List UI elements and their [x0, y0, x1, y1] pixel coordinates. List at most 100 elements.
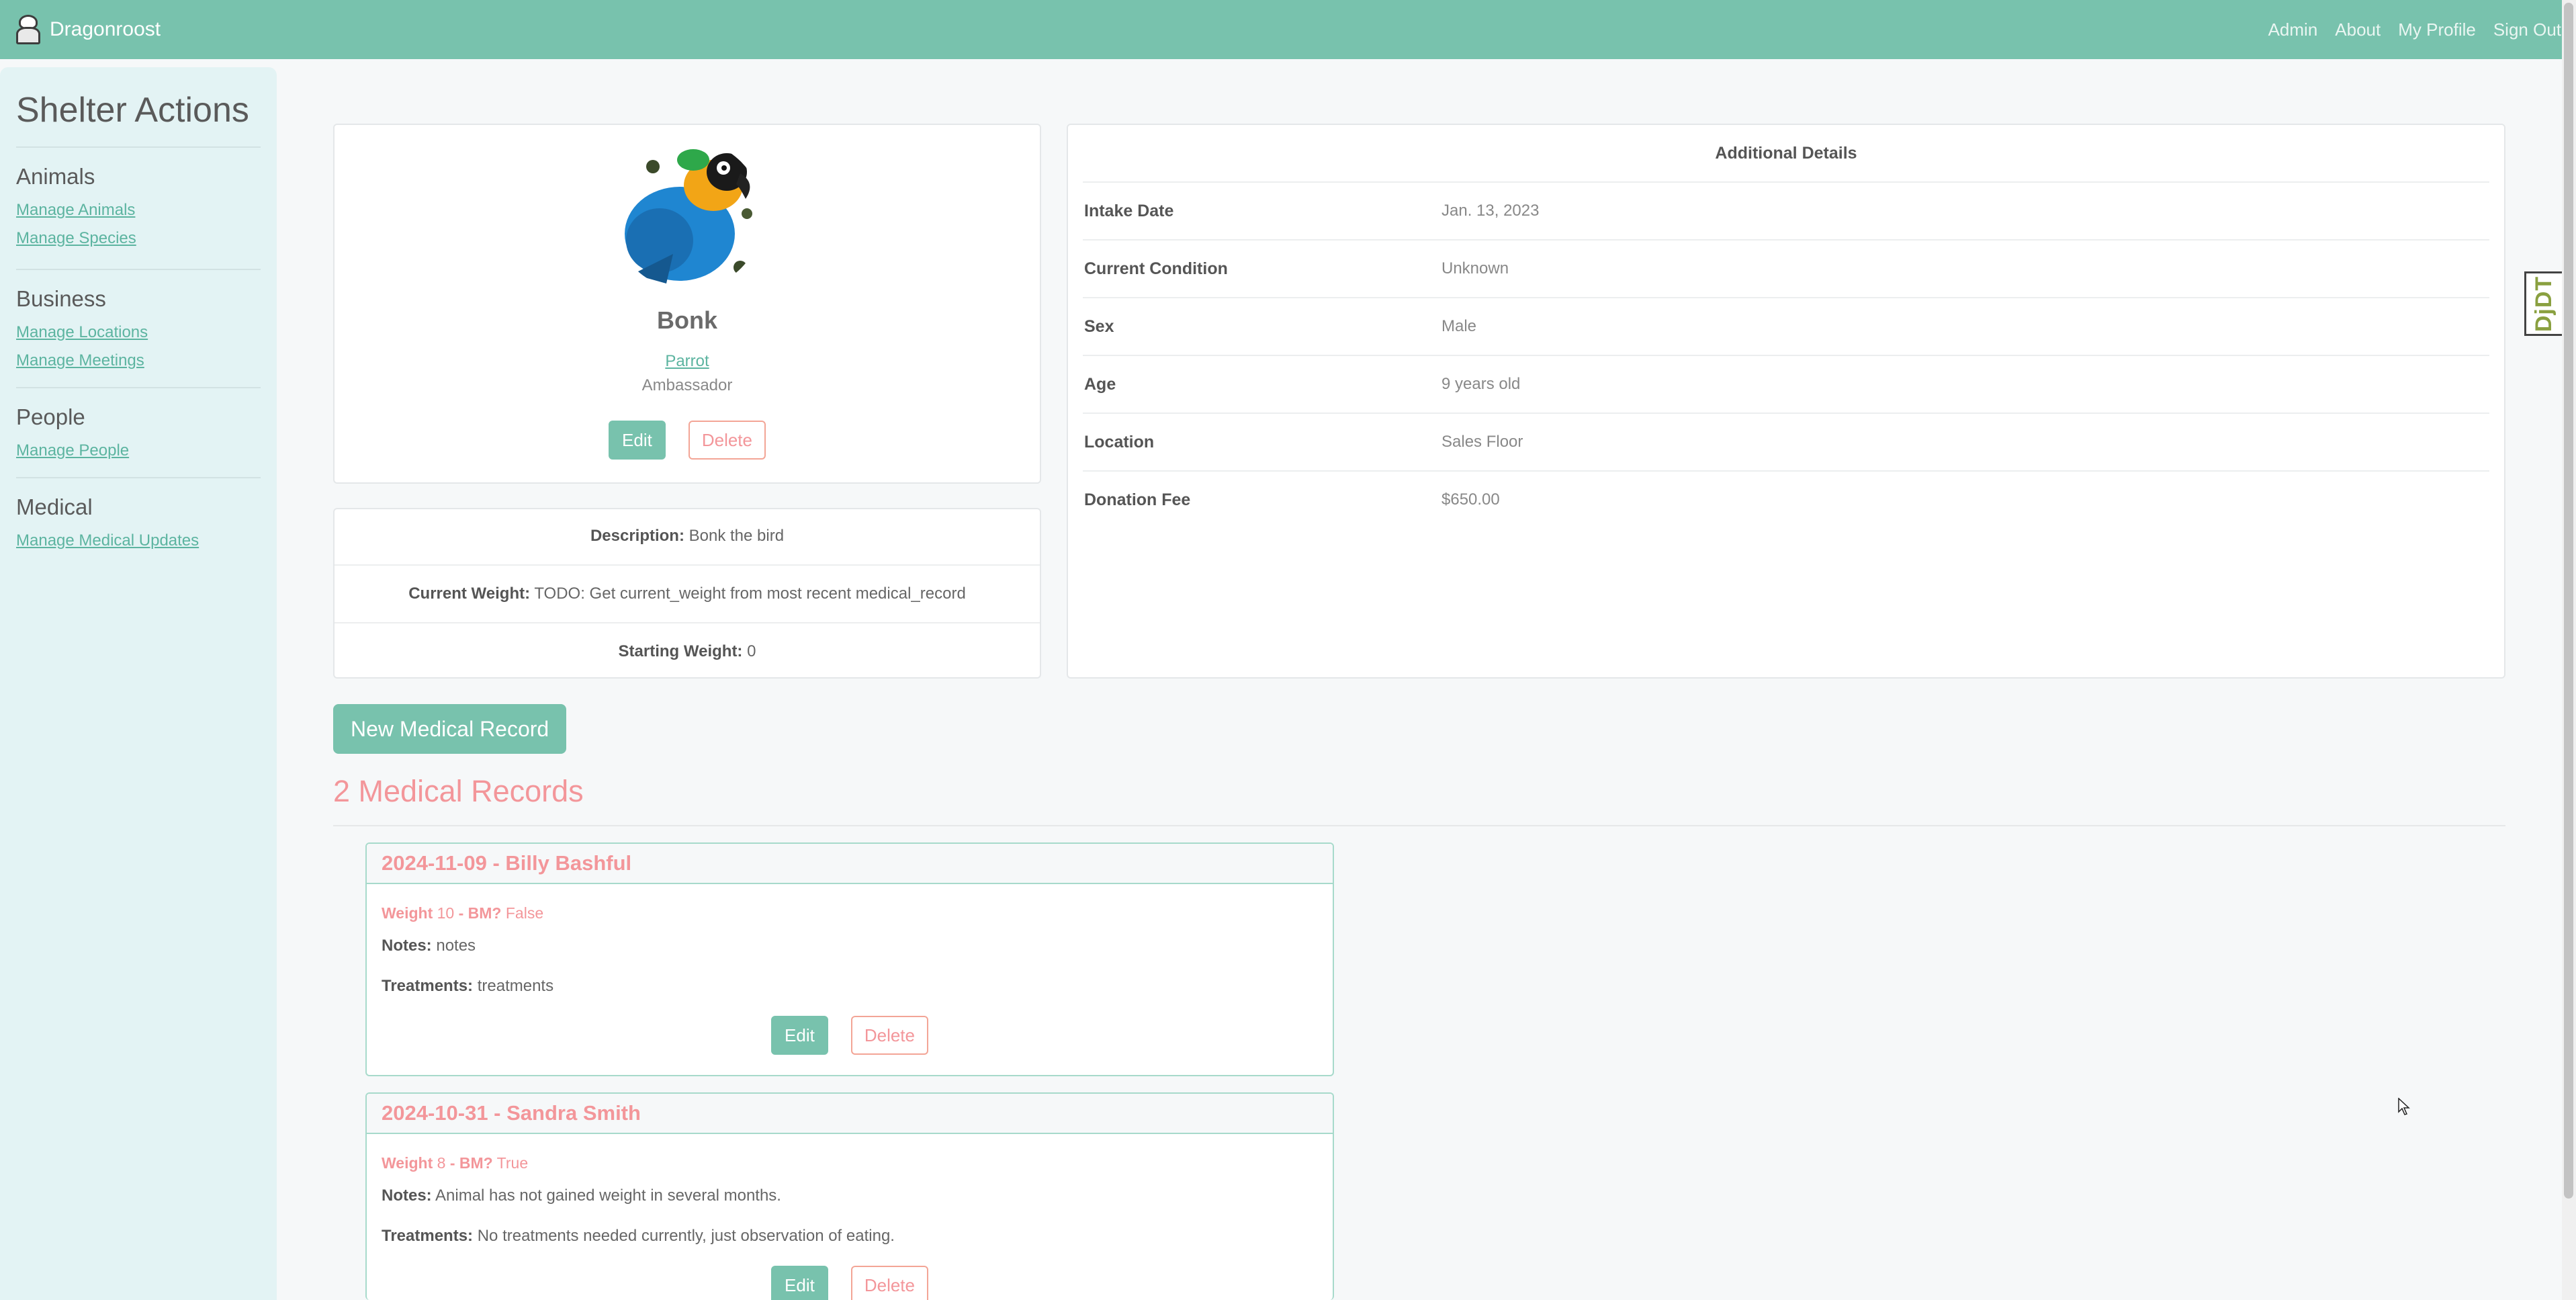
medical-record-weight: Weight 10 - BM? False — [382, 904, 543, 922]
detail-label: Location — [1084, 433, 1155, 451]
manage-medical-updates-link[interactable]: Manage Medical Updates — [16, 527, 261, 555]
nav-sign-out-link[interactable]: Sign Out — [2493, 19, 2561, 40]
weight-value: 8 — [437, 1154, 446, 1172]
debug-toolbar-label: DjDT — [2531, 275, 2557, 332]
nav-about-link[interactable]: About — [2335, 19, 2381, 40]
manage-meetings-link[interactable]: Manage Meetings — [16, 347, 261, 375]
details-title: Additional Details — [1715, 144, 1857, 163]
delete-animal-button[interactable]: Delete — [688, 421, 766, 460]
detail-label: Intake Date — [1084, 202, 1174, 220]
animal-profile-card: Bonk Parrot Ambassador Edit Delete — [333, 124, 1041, 484]
description-row: Description: Bonk the bird — [335, 527, 1040, 546]
sidebar-heading-medical: Medical — [16, 494, 93, 519]
starting-weight-label: Starting Weight: — [618, 642, 743, 660]
starting-weight-value: 0 — [747, 642, 756, 660]
sidebar-heading-business: Business — [16, 286, 106, 311]
detail-row-location: Location Sales Floor — [1083, 413, 2489, 472]
sidebar: Shelter Actions Animals Manage Animals M… — [0, 67, 277, 1300]
new-medical-record-button[interactable]: New Medical Record — [333, 704, 567, 754]
medical-records-title: 2 Medical Records — [333, 774, 584, 808]
weight-label: Weight — [382, 904, 433, 922]
nav-links: Admin About My Profile Sign Out — [2251, 0, 2561, 59]
detail-label: Sex — [1084, 317, 1114, 336]
detail-value: Jan. 13, 2023 — [1441, 202, 1540, 220]
medical-record-heading: 2024-11-09 - Billy Bashful — [367, 844, 1333, 884]
treatments-label: Treatments: — [382, 977, 474, 995]
treatments-label: Treatments: — [382, 1227, 474, 1245]
medical-record-notes: Notes: Animal has not gained weight in s… — [382, 1186, 781, 1205]
sidebar-section-animals: Animals Manage Animals Manage Species — [16, 146, 261, 253]
description-value: Bonk the bird — [689, 527, 785, 545]
sidebar-section-business: Business Manage Locations Manage Meeting… — [16, 269, 261, 375]
detail-row-current-condition: Current Condition Unknown — [1083, 239, 2489, 298]
manage-locations-link[interactable]: Manage Locations — [16, 318, 261, 347]
bm-label: - BM? — [449, 1154, 493, 1172]
current-weight-label: Current Weight: — [408, 584, 531, 603]
nav-admin-link[interactable]: Admin — [2268, 19, 2318, 40]
animal-actions: Edit Delete — [335, 421, 1040, 460]
edit-animal-button[interactable]: Edit — [609, 421, 666, 460]
treatments-value: treatments — [477, 977, 554, 995]
divider — [333, 825, 2505, 826]
detail-row-age: Age 9 years old — [1083, 355, 2489, 414]
detail-label: Current Condition — [1084, 259, 1228, 278]
debug-toolbar-handle[interactable]: DjDT — [2524, 271, 2562, 336]
delete-record-button[interactable]: Delete — [850, 1266, 928, 1300]
animal-role: Ambassador — [641, 376, 733, 394]
medical-record-card: 2024-11-09 - Billy Bashful Weight 10 - B… — [365, 842, 1334, 1076]
top-navbar: Dragonroost Admin About My Profile Sign … — [0, 0, 2576, 59]
detail-label: Donation Fee — [1084, 490, 1191, 509]
detail-value: Male — [1441, 317, 1477, 335]
weight-value: 10 — [437, 904, 455, 922]
penguin-logo-icon — [15, 15, 42, 44]
edit-record-button[interactable]: Edit — [771, 1016, 828, 1055]
delete-record-button[interactable]: Delete — [850, 1016, 928, 1055]
medical-record-heading: 2024-10-31 - Sandra Smith — [367, 1094, 1333, 1134]
medical-record-treatments: Treatments: No treatments needed current… — [382, 1227, 895, 1246]
treatments-value: No treatments needed currently, just obs… — [477, 1227, 895, 1245]
bm-label: - BM? — [458, 904, 502, 922]
detail-row-donation-fee: Donation Fee $650.00 — [1083, 470, 2489, 529]
mouse-cursor-icon — [2398, 1097, 2410, 1119]
detail-value: 9 years old — [1441, 375, 1521, 393]
additional-details-card: Additional Details Intake Date Jan. 13, … — [1067, 124, 2505, 679]
starting-weight-row: Starting Weight: 0 — [335, 642, 1040, 661]
detail-row-sex: Sex Male — [1083, 297, 2489, 356]
detail-value: Unknown — [1441, 259, 1509, 277]
sidebar-title: Shelter Actions — [16, 91, 249, 130]
notes-label: Notes: — [382, 937, 432, 955]
medical-record-actions: Edit Delete — [367, 1016, 1333, 1055]
manage-people-link[interactable]: Manage People — [16, 437, 261, 465]
description-label: Description: — [590, 527, 684, 545]
detail-row-intake-date: Intake Date Jan. 13, 2023 — [1083, 181, 2489, 241]
medical-record-actions: Edit Delete — [367, 1266, 1333, 1300]
bm-value: True — [496, 1154, 529, 1172]
animal-description-card: Description: Bonk the bird Current Weigh… — [333, 508, 1041, 679]
notes-value: notes — [436, 937, 476, 955]
medical-record-treatments: Treatments: treatments — [382, 977, 553, 996]
weight-label: Weight — [382, 1154, 433, 1172]
current-weight-value: TODO: Get current_weight from most recen… — [534, 584, 966, 603]
brand-link[interactable]: Dragonroost — [15, 15, 161, 44]
medical-record-card: 2024-10-31 - Sandra Smith Weight 8 - BM?… — [365, 1092, 1334, 1300]
sidebar-section-people: People Manage People — [16, 387, 261, 465]
medical-record-weight: Weight 8 - BM? True — [382, 1154, 528, 1172]
nav-my-profile-link[interactable]: My Profile — [2398, 19, 2476, 40]
notes-label: Notes: — [382, 1186, 432, 1205]
sidebar-section-medical: Medical Manage Medical Updates — [16, 477, 261, 555]
detail-value: Sales Floor — [1441, 433, 1523, 451]
bm-value: False — [505, 904, 544, 922]
edit-record-button[interactable]: Edit — [771, 1266, 828, 1300]
sidebar-heading-animals: Animals — [16, 164, 95, 189]
medical-record-notes: Notes: notes — [382, 937, 476, 955]
current-weight-row: Current Weight: TODO: Get current_weight… — [335, 584, 1040, 603]
brand-name: Dragonroost — [50, 18, 161, 40]
detail-label: Age — [1084, 375, 1116, 394]
animal-species-link[interactable]: Parrot — [335, 352, 1040, 371]
animal-name: Bonk — [657, 306, 717, 334]
manage-animals-link[interactable]: Manage Animals — [16, 196, 261, 224]
scrollbar-thumb[interactable] — [2564, 3, 2573, 1199]
detail-value: $650.00 — [1441, 490, 1500, 509]
sidebar-heading-people: People — [16, 404, 85, 429]
manage-species-link[interactable]: Manage Species — [16, 224, 261, 253]
